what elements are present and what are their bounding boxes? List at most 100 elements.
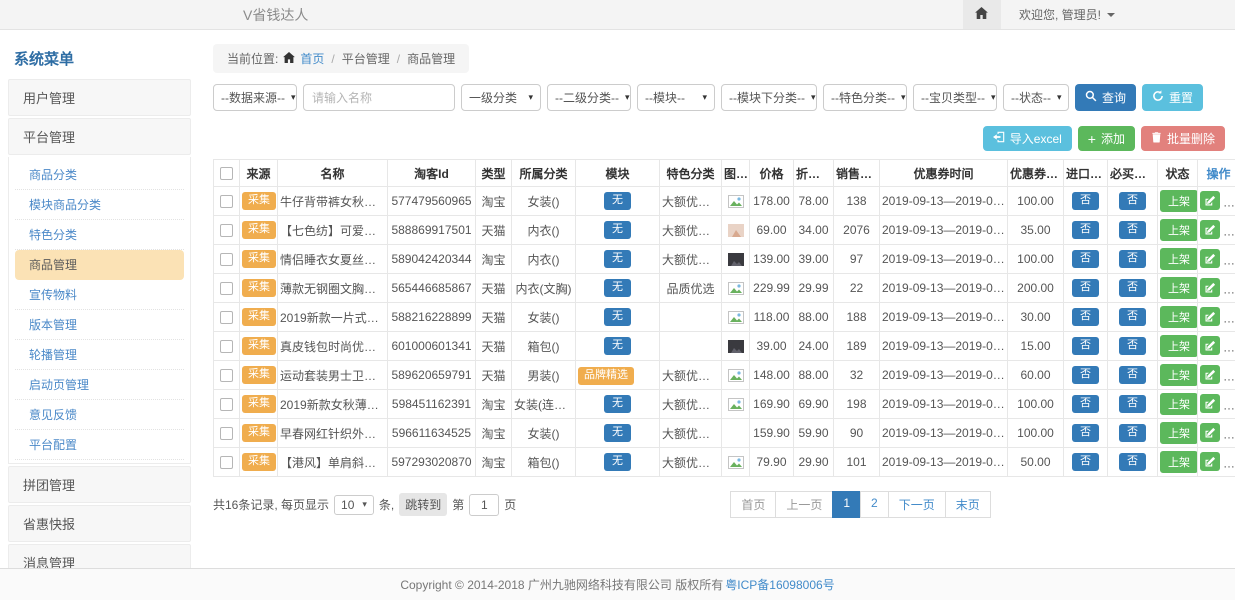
sidebar-item-宣传物料[interactable]: 宣传物料 bbox=[15, 280, 184, 310]
module-select[interactable]: --模块--▾ bbox=[637, 84, 715, 111]
must-buy-toggle[interactable]: 否 bbox=[1119, 221, 1146, 238]
imported-toggle[interactable]: 否 bbox=[1072, 395, 1099, 412]
icp-link[interactable]: 粤ICP备16098006号 bbox=[725, 576, 834, 593]
sidebar-item-意见反馈[interactable]: 意见反馈 bbox=[15, 400, 184, 430]
page-button-1[interactable]: 1 bbox=[832, 491, 861, 518]
column-header-状态: 状态 bbox=[1158, 160, 1198, 187]
column-header-淘客Id: 淘客Id bbox=[388, 160, 476, 187]
level2-category-select[interactable]: --二级分类--▾ bbox=[547, 84, 631, 111]
name-search-input[interactable] bbox=[303, 84, 455, 111]
per-page-select[interactable]: 10▾ bbox=[334, 495, 374, 515]
status-button[interactable]: 上架 bbox=[1160, 451, 1198, 473]
sidebar-item-用户管理[interactable]: 用户管理 bbox=[8, 79, 191, 116]
status-select[interactable]: --状态--▾ bbox=[1003, 84, 1069, 111]
imported-toggle[interactable]: 否 bbox=[1072, 221, 1099, 238]
must-buy-toggle[interactable]: 否 bbox=[1119, 366, 1146, 383]
must-buy-toggle[interactable]: 否 bbox=[1119, 453, 1146, 470]
item-type-select[interactable]: --宝贝类型--▾ bbox=[913, 84, 997, 111]
page-button-下一页[interactable]: 下一页 bbox=[888, 491, 946, 518]
page-button-2[interactable]: 2 bbox=[860, 491, 889, 518]
batch-delete-button[interactable]: 批量删除 bbox=[1141, 126, 1225, 151]
reset-button[interactable]: 重置 bbox=[1142, 84, 1203, 111]
row-checkbox[interactable] bbox=[220, 311, 233, 324]
page-button-首页[interactable]: 首页 bbox=[730, 491, 776, 518]
sidebar-item-拼团管理[interactable]: 拼团管理 bbox=[8, 466, 191, 503]
status-button[interactable]: 上架 bbox=[1160, 422, 1198, 444]
sidebar-item-启动页管理[interactable]: 启动页管理 bbox=[15, 370, 184, 400]
edit-button[interactable] bbox=[1200, 307, 1220, 326]
status-button[interactable]: 上架 bbox=[1160, 364, 1198, 386]
column-header-特色分类: 特色分类 bbox=[660, 160, 722, 187]
row-checkbox[interactable] bbox=[220, 195, 233, 208]
edit-button[interactable] bbox=[1200, 249, 1220, 268]
row-checkbox[interactable] bbox=[220, 427, 233, 440]
edit-button[interactable] bbox=[1200, 365, 1220, 384]
import-icon bbox=[993, 131, 1005, 146]
category: 内衣(文胸) bbox=[512, 274, 576, 303]
import-excel-button[interactable]: 导入excel bbox=[983, 126, 1072, 151]
edit-button[interactable] bbox=[1200, 423, 1220, 442]
page-button-上一页[interactable]: 上一页 bbox=[775, 491, 833, 518]
must-buy-toggle[interactable]: 否 bbox=[1119, 395, 1146, 412]
coupon-amount: 100.00 bbox=[1008, 419, 1064, 448]
row-checkbox[interactable] bbox=[220, 253, 233, 266]
search-button[interactable]: 查询 bbox=[1075, 84, 1136, 111]
edit-button[interactable] bbox=[1200, 191, 1220, 210]
row-checkbox[interactable] bbox=[220, 398, 233, 411]
row-checkbox[interactable] bbox=[220, 224, 233, 237]
status-button[interactable]: 上架 bbox=[1160, 277, 1198, 299]
must-buy-toggle[interactable]: 否 bbox=[1119, 337, 1146, 354]
sidebar-item-平台配置[interactable]: 平台配置 bbox=[15, 430, 184, 460]
add-button[interactable]: + 添加 bbox=[1078, 126, 1135, 151]
jump-button[interactable]: 跳转到 bbox=[399, 493, 447, 516]
sidebar-item-平台管理[interactable]: 平台管理 bbox=[8, 118, 191, 155]
imported-toggle[interactable]: 否 bbox=[1072, 279, 1099, 296]
edit-button[interactable] bbox=[1200, 278, 1220, 297]
edit-button[interactable] bbox=[1200, 336, 1220, 355]
status-button[interactable]: 上架 bbox=[1160, 248, 1198, 270]
must-buy-toggle[interactable]: 否 bbox=[1119, 424, 1146, 441]
status-button[interactable]: 上架 bbox=[1160, 306, 1198, 328]
status-button[interactable]: 上架 bbox=[1160, 393, 1198, 415]
edit-button[interactable] bbox=[1200, 220, 1220, 239]
home-button[interactable] bbox=[963, 0, 1001, 29]
imported-toggle[interactable]: 否 bbox=[1072, 192, 1099, 209]
edit-button[interactable] bbox=[1200, 452, 1220, 471]
imported-toggle[interactable]: 否 bbox=[1072, 453, 1099, 470]
page-button-末页[interactable]: 末页 bbox=[945, 491, 991, 518]
row-checkbox[interactable] bbox=[220, 369, 233, 382]
must-buy-toggle[interactable]: 否 bbox=[1119, 192, 1146, 209]
module-sub-category-select[interactable]: --模块下分类--▾ bbox=[721, 84, 817, 111]
sidebar-item-商品分类[interactable]: 商品分类 bbox=[15, 160, 184, 190]
status-button[interactable]: 上架 bbox=[1160, 219, 1198, 241]
breadcrumb-home-link[interactable]: 首页 bbox=[300, 50, 324, 67]
imported-toggle[interactable]: 否 bbox=[1072, 337, 1099, 354]
sidebar-item-商品管理[interactable]: 商品管理 bbox=[15, 250, 184, 280]
status-button[interactable]: 上架 bbox=[1160, 190, 1198, 212]
must-buy-toggle[interactable]: 否 bbox=[1119, 308, 1146, 325]
user-menu[interactable]: 欢迎您, 管理员! bbox=[1001, 0, 1235, 29]
imported-toggle[interactable]: 否 bbox=[1072, 424, 1099, 441]
sales-count: 198 bbox=[834, 390, 880, 419]
select-all-checkbox[interactable] bbox=[220, 167, 233, 180]
page-number-input[interactable] bbox=[469, 494, 499, 516]
status-button[interactable]: 上架 bbox=[1160, 335, 1198, 357]
row-checkbox[interactable] bbox=[220, 340, 233, 353]
row-checkbox[interactable] bbox=[220, 282, 233, 295]
row-checkbox[interactable] bbox=[220, 456, 233, 469]
level1-category-select[interactable]: 一级分类▾ bbox=[461, 84, 541, 111]
imported-toggle[interactable]: 否 bbox=[1072, 366, 1099, 383]
sidebar-item-省惠快报[interactable]: 省惠快报 bbox=[8, 505, 191, 542]
data-source-select[interactable]: --数据来源--▾ bbox=[213, 84, 297, 111]
sidebar-item-模块商品分类[interactable]: 模块商品分类 bbox=[15, 190, 184, 220]
imported-toggle[interactable]: 否 bbox=[1072, 250, 1099, 267]
sidebar-item-版本管理[interactable]: 版本管理 bbox=[15, 310, 184, 340]
sidebar-item-特色分类[interactable]: 特色分类 bbox=[15, 220, 184, 250]
trash-icon bbox=[1151, 131, 1162, 146]
feature-category-select[interactable]: --特色分类--▾ bbox=[823, 84, 907, 111]
must-buy-toggle[interactable]: 否 bbox=[1119, 250, 1146, 267]
imported-toggle[interactable]: 否 bbox=[1072, 308, 1099, 325]
must-buy-toggle[interactable]: 否 bbox=[1119, 279, 1146, 296]
sidebar-item-轮播管理[interactable]: 轮播管理 bbox=[15, 340, 184, 370]
edit-button[interactable] bbox=[1200, 394, 1220, 413]
